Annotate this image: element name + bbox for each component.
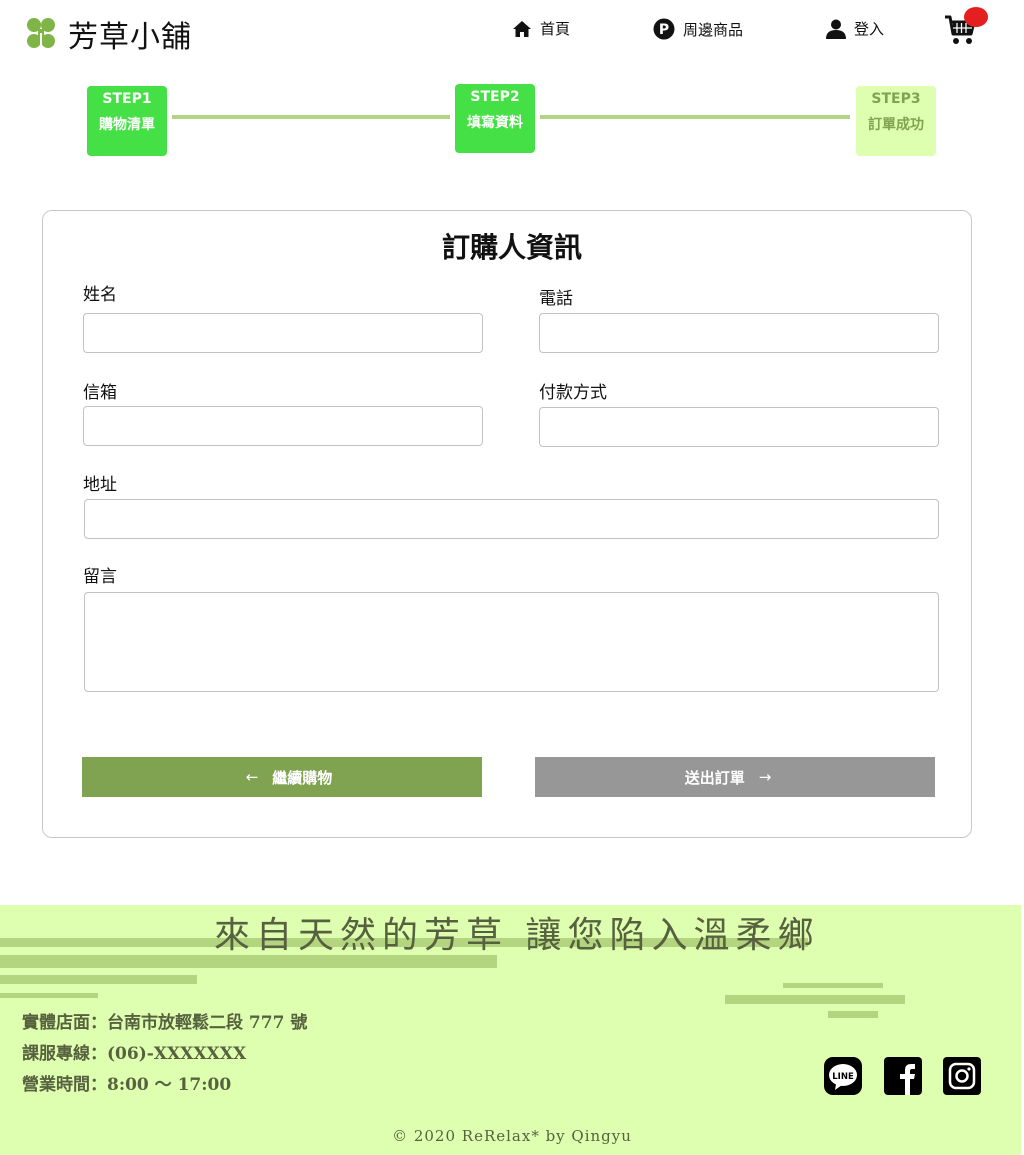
step-1-num: STEP1 (102, 91, 152, 107)
arrow-right-icon: → (758, 768, 772, 786)
copyright-text: © 2020 ReRelax* by Qingyu (392, 1127, 632, 1145)
svg-text:P: P (659, 22, 669, 38)
message-field[interactable] (84, 592, 939, 692)
arrow-left-icon: ← (245, 768, 259, 786)
nav-home-label: 首頁 (540, 20, 571, 38)
continue-shopping-button[interactable]: ← 繼續購物 (82, 757, 482, 797)
home-icon (513, 20, 531, 37)
facebook-icon (884, 1057, 922, 1095)
facebook-link[interactable] (884, 1057, 922, 1095)
phone-field[interactable] (539, 313, 939, 353)
payment-label: 付款方式 (539, 383, 607, 403)
footer-decor-bar-5 (783, 983, 883, 988)
step-2: STEP2 填寫資料 (455, 84, 535, 153)
nav-home[interactable]: 首頁 (512, 18, 570, 39)
brand-logo[interactable]: 芳草小舖 (22, 12, 192, 56)
nav-login-label: 登入 (854, 20, 885, 38)
store-address: 實體店面：台南市放輕鬆二段 777 號 (22, 1013, 308, 1033)
phone-input[interactable] (540, 314, 938, 352)
nav-products-label: 周邊商品 (683, 20, 744, 39)
brand-name: 芳草小舖 (68, 20, 192, 55)
service-hotline: 課服專線：(06)-XXXXXXX (22, 1044, 247, 1064)
step-connector-1 (172, 115, 450, 119)
footer-decor-bar-4 (0, 993, 98, 998)
message-textarea[interactable] (85, 593, 938, 691)
address-input[interactable] (85, 500, 938, 538)
submit-order-label: 送出訂單 (684, 768, 745, 787)
footer-decor-bar-6 (725, 995, 905, 1004)
instagram-icon (943, 1057, 981, 1095)
phone-label: 電話 (539, 289, 573, 309)
email-label: 信箱 (83, 383, 117, 403)
nav-login[interactable]: 登入 (826, 18, 884, 39)
step-2-label: 填寫資料 (467, 115, 523, 131)
step-1-label: 購物清單 (99, 117, 155, 133)
message-label: 留言 (83, 567, 117, 587)
name-input[interactable] (84, 314, 482, 352)
site-header: 芳草小舖 首頁 P 周邊商品 登入 (0, 0, 1024, 62)
p-circle-icon: P (653, 18, 675, 40)
address-label: 地址 (83, 475, 117, 495)
address-field[interactable] (84, 499, 939, 539)
business-hours: 營業時間：8:00 ～ 17:00 (22, 1075, 232, 1095)
step-connector-2 (540, 115, 850, 119)
clover-icon (27, 18, 55, 52)
svg-text:LINE: LINE (832, 1072, 854, 1082)
payment-input[interactable] (540, 408, 938, 446)
instagram-link[interactable] (943, 1057, 981, 1095)
name-field[interactable] (83, 313, 483, 353)
payment-field[interactable] (539, 407, 939, 447)
step-3-num: STEP3 (871, 91, 921, 107)
step-2-num: STEP2 (470, 89, 520, 105)
footer-slogan: 來自天然的芳草 讓您陷入溫柔鄉 (214, 915, 820, 956)
email-field[interactable] (83, 406, 483, 446)
footer-decor-bar-7 (828, 1011, 878, 1018)
step-1: STEP1 購物清單 (87, 86, 167, 156)
line-icon: LINE (824, 1057, 862, 1095)
step-3: STEP3 訂單成功 (856, 86, 936, 156)
nav-products[interactable]: P 周邊商品 (653, 18, 743, 40)
submit-order-button[interactable]: 送出訂單 → (535, 757, 935, 797)
continue-shopping-label: 繼續購物 (272, 768, 333, 787)
line-link[interactable]: LINE (824, 1057, 862, 1095)
email-input[interactable] (84, 407, 482, 445)
name-label: 姓名 (83, 285, 117, 305)
cart-badge (964, 7, 988, 27)
form-title: 訂購人資訊 (441, 231, 582, 264)
step-3-label: 訂單成功 (868, 117, 924, 133)
footer-decor-bar-3 (0, 975, 197, 984)
user-icon (826, 19, 846, 39)
